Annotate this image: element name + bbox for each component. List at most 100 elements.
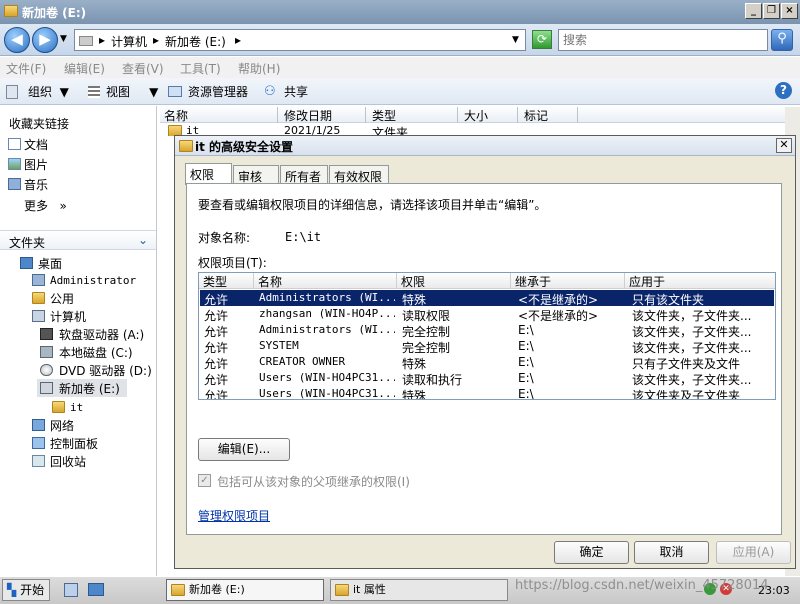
breadcrumb-separator[interactable]: ▸ xyxy=(235,33,241,47)
breadcrumb-newvol[interactable]: 新加卷 (E:) xyxy=(165,33,226,50)
search-input[interactable] xyxy=(558,29,768,51)
dialog-close-button[interactable]: ✕ xyxy=(776,138,792,153)
cancel-button[interactable]: 取消 xyxy=(634,541,709,564)
tree-dvd[interactable]: DVD 驱动器 (D:) xyxy=(59,362,152,379)
sidebar-item-more[interactable]: 更多 » xyxy=(24,197,67,214)
close-button[interactable]: × xyxy=(781,3,798,19)
desktop-icon xyxy=(20,257,33,269)
forward-button[interactable]: ▶ xyxy=(32,27,58,53)
tree-it[interactable]: it xyxy=(70,401,83,414)
more-label: 更多 xyxy=(24,199,49,213)
address-dropdown-icon[interactable]: ▼ xyxy=(512,35,519,45)
taskbar-item-explorer[interactable]: 新加卷 (E:) xyxy=(166,579,324,601)
column-tags[interactable]: 标记 xyxy=(520,107,578,123)
folder-icon xyxy=(32,292,45,304)
address-toolbar: ◀ ▶ ▼ ▸ 计算机 ▸ 新加卷 (E:) ▸ ▼ ⟳ ⚲ xyxy=(0,24,800,56)
tree-localdisk[interactable]: 本地磁盘 (C:) xyxy=(59,344,133,361)
tab-owner[interactable]: 所有者 xyxy=(280,165,328,184)
folders-header: 文件夹 xyxy=(9,236,46,250)
tree-network[interactable]: 网络 xyxy=(50,417,74,434)
server-manager-icon[interactable] xyxy=(64,583,78,597)
tree-newvol[interactable]: 新加卷 (E:) xyxy=(59,380,120,397)
tree-floppy[interactable]: 软盘驱动器 (A:) xyxy=(59,326,144,343)
column-type[interactable]: 类型 xyxy=(368,107,458,123)
menu-edit[interactable]: 编辑(E) xyxy=(64,60,105,77)
intro-text: 要查看或编辑权限项目的详细信息，请选择该项目并单击“编辑”。 xyxy=(198,198,547,212)
breadcrumb-computer[interactable]: 计算机 xyxy=(111,33,147,50)
tab-permissions[interactable]: 权限 xyxy=(185,163,232,185)
permission-row[interactable]: 允许 Users (WIN-HO4PC31... 读取和执行 E:\ 该文件夹，子文件夹… xyxy=(200,370,774,387)
folder-icon xyxy=(4,5,18,17)
folders-header-bar[interactable]: 文件夹 ⌄ xyxy=(0,230,156,250)
taskbar-item-properties[interactable]: it 属性 xyxy=(330,579,508,601)
object-name-value: E:\it xyxy=(285,230,322,244)
column-name[interactable]: 名称 xyxy=(160,107,278,123)
permission-row[interactable]: 允许 Users (WIN-HO4PC31... 特殊 E:\ 该文件夹及子文件夹 xyxy=(200,386,774,399)
command-toolbar: 组织 ▼ 视图 ▼ 资源管理器 ⚇ 共享 ? xyxy=(0,78,800,105)
breadcrumb-separator[interactable]: ▸ xyxy=(153,33,159,47)
control-panel-icon xyxy=(32,437,45,449)
manage-permission-entries-link[interactable]: 管理权限项目 xyxy=(198,507,270,524)
views-button[interactable]: 视图 ▼ xyxy=(106,83,158,100)
explorer-button[interactable]: 资源管理器 xyxy=(188,83,248,100)
share-icon: ⚇ xyxy=(264,84,276,99)
share-button[interactable]: 共享 xyxy=(284,83,308,100)
permission-row[interactable]: 允许 CREATOR OWNER 特殊 E:\ 只有子文件夹及文件 xyxy=(200,354,774,371)
col-inherited-from[interactable]: 继承于 xyxy=(511,273,625,289)
edit-button[interactable]: 编辑(E)... xyxy=(198,438,290,461)
disk-icon xyxy=(40,346,53,358)
tree-computer[interactable]: 计算机 xyxy=(50,308,86,325)
col-permission[interactable]: 权限 xyxy=(397,273,511,289)
music-icon xyxy=(8,178,21,190)
tree-desktop[interactable]: 桌面 xyxy=(38,255,62,272)
sidebar-item-music[interactable]: 音乐 xyxy=(24,176,48,193)
col-type[interactable]: 类型 xyxy=(199,273,254,289)
permission-cell-inherit: E:\ xyxy=(518,323,534,337)
show-desktop-icon[interactable] xyxy=(88,583,104,596)
organize-button[interactable]: 组织 ▼ xyxy=(28,83,69,100)
menu-help[interactable]: 帮助(H) xyxy=(238,60,280,77)
apply-button[interactable]: 应用(A) xyxy=(716,541,791,564)
permission-row[interactable]: 允许 zhangsan (WIN-HO4P... 读取权限 <不是继承的> 该文件夹，子… xyxy=(200,306,774,323)
floppy-icon xyxy=(40,328,53,340)
start-button[interactable]: ▚ 开始 xyxy=(2,579,50,601)
col-name[interactable]: 名称 xyxy=(254,273,397,289)
sidebar-item-documents[interactable]: 文档 xyxy=(24,136,48,153)
permission-row[interactable]: 允许 Administrators (WI... 完全控制 E:\ 该文件夹，子文件夹.… xyxy=(200,322,774,339)
sidebar-item-pictures[interactable]: 图片 xyxy=(24,156,48,173)
permission-entries-label: 权限项目(T): xyxy=(198,256,267,270)
maximize-button[interactable]: ❐ xyxy=(763,3,780,19)
object-name-label: 对象名称: xyxy=(198,231,251,245)
tab-effective-permissions[interactable]: 有效权限 xyxy=(329,165,389,184)
permission-cell-name: SYSTEM xyxy=(259,339,299,352)
disk-icon xyxy=(40,382,53,394)
tree-administrator[interactable]: Administrator xyxy=(50,274,136,287)
tree-controlpanel[interactable]: 控制面板 xyxy=(50,435,98,452)
menu-tools[interactable]: 工具(T) xyxy=(180,60,221,77)
chevron-down-icon[interactable]: ⌄ xyxy=(138,233,148,247)
address-bar[interactable]: ▸ 计算机 ▸ 新加卷 (E:) ▸ ▼ xyxy=(74,29,526,51)
dialog-titlebar: it 的高级安全设置 ✕ xyxy=(175,136,795,156)
permission-row[interactable]: 允许 Administrators (WI... 特殊 <不是继承的> 只有该文件夹 xyxy=(200,290,774,307)
permission-entries-list[interactable]: 类型 名称 权限 继承于 应用于 允许 Administrators (WI...… xyxy=(198,272,776,400)
search-icon[interactable]: ⚲ xyxy=(771,29,793,51)
windows-logo-icon: ▚ xyxy=(7,583,17,597)
folder-icon xyxy=(335,584,349,596)
refresh-icon[interactable]: ⟳ xyxy=(532,30,552,49)
column-date[interactable]: 修改日期 xyxy=(280,107,366,123)
permission-row[interactable]: 允许 SYSTEM 完全控制 E:\ 该文件夹，子文件夹... xyxy=(200,338,774,355)
history-dropdown-icon[interactable]: ▼ xyxy=(60,34,67,44)
inherit-checkbox[interactable]: ✓ xyxy=(198,474,211,487)
tab-auditing[interactable]: 审核 xyxy=(233,165,279,184)
menu-file[interactable]: 文件(F) xyxy=(6,60,46,77)
menu-view[interactable]: 查看(V) xyxy=(122,60,164,77)
column-size[interactable]: 大小 xyxy=(460,107,518,123)
breadcrumb-separator[interactable]: ▸ xyxy=(99,33,105,47)
ok-button[interactable]: 确定 xyxy=(554,541,629,564)
col-applies-to[interactable]: 应用于 xyxy=(625,273,775,289)
help-icon[interactable]: ? xyxy=(775,82,792,99)
minimize-button[interactable]: _ xyxy=(745,3,762,19)
back-button[interactable]: ◀ xyxy=(4,27,30,53)
tree-recycle[interactable]: 回收站 xyxy=(50,453,86,470)
tree-public[interactable]: 公用 xyxy=(50,290,74,307)
